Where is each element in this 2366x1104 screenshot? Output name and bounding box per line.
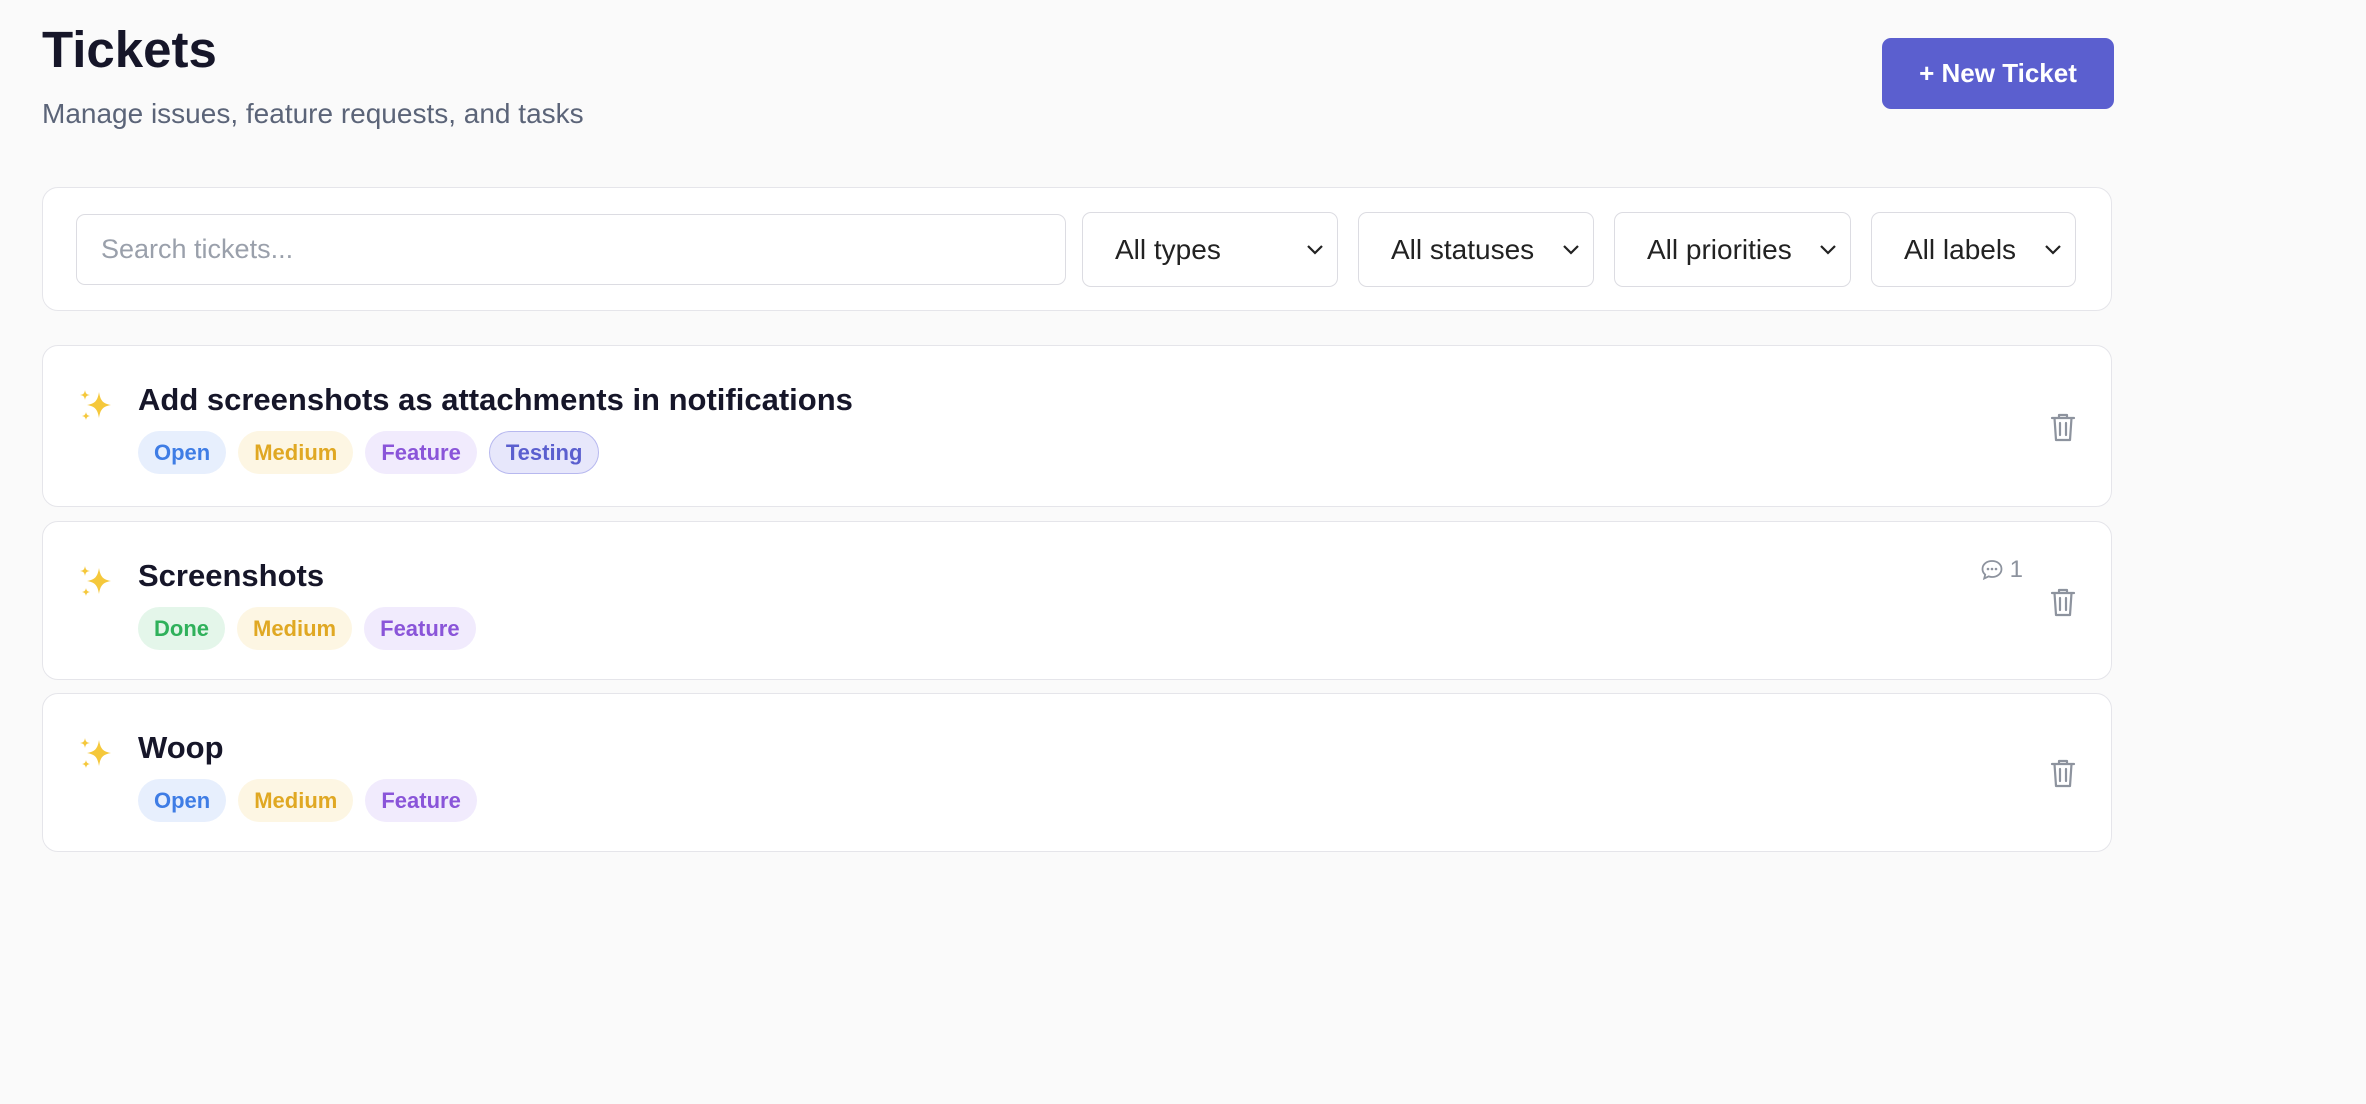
chevron-down-icon	[2045, 244, 2061, 255]
chevron-down-icon	[1307, 244, 1323, 255]
tickets-page: Tickets Manage issues, feature requests,…	[0, 0, 2366, 1104]
page-header: Tickets Manage issues, feature requests,…	[42, 18, 2114, 138]
trash-icon[interactable]	[2049, 411, 2077, 443]
sparkles-icon	[80, 738, 111, 768]
ticket-badges: Done Medium Feature	[138, 607, 476, 650]
ticket-row[interactable]: Woop Open Medium Feature	[42, 693, 2112, 852]
ticket-badges: Open Medium Feature	[138, 779, 477, 822]
comment-icon	[1981, 560, 2003, 581]
filter-bar: All types All statuses All priorities Al…	[42, 187, 2112, 311]
chevron-down-icon	[1563, 244, 1579, 255]
type-badge: Feature	[364, 607, 476, 650]
type-badge: Feature	[365, 779, 477, 822]
search-input[interactable]	[76, 214, 1066, 285]
comment-count-value: 1	[2009, 556, 2023, 583]
priority-filter-value: All priorities	[1647, 233, 1792, 265]
priority-badge: Medium	[238, 431, 354, 474]
ticket-row[interactable]: Screenshots Done Medium Feature 1	[42, 521, 2112, 680]
type-filter-value: All types	[1115, 233, 1221, 265]
ticket-title: Screenshots	[138, 558, 325, 593]
status-filter-value: All statuses	[1391, 233, 1535, 265]
chevron-down-icon	[1820, 244, 1836, 255]
priority-badge: Medium	[237, 607, 353, 650]
trash-icon[interactable]	[2049, 586, 2077, 618]
label-filter-value: All labels	[1904, 233, 2017, 265]
status-badge: Open	[138, 431, 227, 474]
priority-filter-select[interactable]: All priorities	[1614, 212, 1851, 287]
label-badge: Testing	[488, 431, 600, 474]
sparkles-icon	[80, 390, 111, 420]
page-subtitle: Manage issues, feature requests, and tas…	[42, 98, 584, 129]
ticket-row[interactable]: Add screenshots as attachments in notifi…	[42, 345, 2112, 507]
ticket-badges: Open Medium Feature Testing	[138, 431, 600, 474]
page-title: Tickets	[42, 21, 217, 78]
ticket-title: Add screenshots as attachments in notifi…	[138, 382, 853, 417]
comment-count: 1	[1980, 556, 2023, 584]
label-filter-select[interactable]: All labels	[1871, 212, 2076, 287]
sparkles-icon	[80, 566, 111, 596]
type-filter-select[interactable]: All types	[1082, 212, 1338, 287]
new-ticket-button[interactable]: + New Ticket	[1882, 38, 2114, 109]
status-badge: Open	[138, 779, 227, 822]
trash-icon[interactable]	[2049, 757, 2077, 789]
status-badge: Done	[138, 607, 225, 650]
priority-badge: Medium	[238, 779, 354, 822]
type-badge: Feature	[365, 431, 477, 474]
ticket-title: Woop	[138, 730, 224, 765]
status-filter-select[interactable]: All statuses	[1358, 212, 1594, 287]
